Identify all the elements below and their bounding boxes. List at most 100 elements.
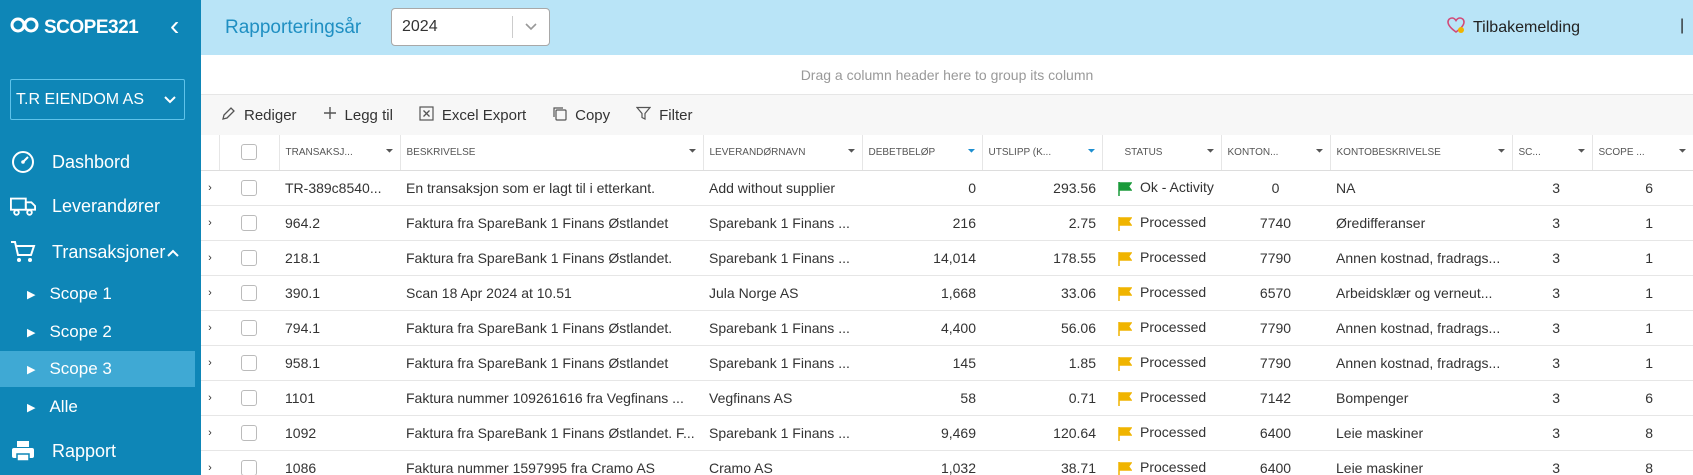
excel-icon [419,105,434,125]
flag-icon [1118,251,1132,266]
filter-icon[interactable]: ⏷ [848,146,856,157]
table-row[interactable]: › 794.1 Faktura fra SpareBank 1 Finans Øst… [201,310,1693,346]
scope-cell: 1 [1592,310,1693,346]
description-cell: Faktura nummer 1597995 fra Cramo AS [400,450,703,475]
table-row[interactable]: › 964.2 Faktura fra SpareBank 1 Finans Øst… [201,205,1693,241]
collapse-sidebar-icon[interactable]: ‹ [170,12,179,40]
column-header-sc[interactable]: SC... ⏷ [1512,135,1593,171]
account-number-cell: 7790 [1221,310,1330,346]
group-panel[interactable]: Drag a column header here to group its c… [201,55,1693,95]
row-checkbox[interactable] [241,250,257,267]
add-button[interactable]: Legg til [323,106,393,124]
nav-item-leverandorer[interactable]: Leverandører [0,191,201,221]
row-expander-icon[interactable]: › [201,450,219,475]
table-row[interactable]: › 218.1 Faktura fra SpareBank 1 Finans Øst… [201,240,1693,276]
row-select-cell [219,310,279,346]
column-header-emission[interactable]: UTSLIPP (K... ⏷ [982,135,1103,171]
column-header-account-number[interactable]: KONTON... ⏷ [1221,135,1331,171]
row-expander-icon[interactable]: › [201,345,219,381]
column-header-scope[interactable]: SCOPE ... ⏷ [1592,135,1693,171]
excel-export-button[interactable]: Excel Export [419,105,526,125]
status-text: Processed [1140,389,1207,406]
column-label: SC... [1518,146,1541,158]
table-row[interactable]: › 958.1 Faktura fra SpareBank 1 Finans Øst… [201,345,1693,381]
flag-icon [1118,391,1132,406]
description-cell: En transaksjon som er lagt til i etterka… [400,170,703,206]
filter-icon[interactable]: ⏷ [1578,146,1586,157]
filter-active-icon[interactable]: ⏷ [1088,146,1096,157]
nav-item-dashbord[interactable]: Dashbord [0,147,201,177]
status-text: Processed [1140,424,1207,441]
filter-button[interactable]: Filter [635,106,692,125]
column-header-transaction[interactable]: TRANSAKSJ... ⏷ [279,135,401,171]
account-description-cell: Annen kostnad, fradrags... [1330,240,1512,276]
status-text: Processed [1140,284,1207,301]
row-checkbox[interactable] [241,425,257,442]
row-checkbox[interactable] [241,180,257,197]
sc-cell: 3 [1512,170,1592,206]
column-header-account-description[interactable]: KONTOBESKRIVELSE ⏷ [1330,135,1513,171]
table-row[interactable]: › 1092 Faktura fra SpareBank 1 Finans Østl… [201,415,1693,451]
row-expander-icon[interactable]: › [201,170,219,206]
row-checkbox[interactable] [241,460,257,475]
filter-icon[interactable]: ⏷ [1207,146,1215,157]
select-all-checkbox[interactable] [241,144,257,161]
grid-toolbar: Rediger Legg til Excel Export Copy Filte… [201,95,1693,135]
row-checkbox[interactable] [241,320,257,337]
column-header-status[interactable]: STATUS ⏷ [1102,135,1222,171]
truck-icon [10,193,36,219]
row-expander-icon[interactable]: › [201,205,219,241]
row-expander-icon[interactable]: › [201,380,219,416]
table-row[interactable]: › 1086 Faktura nummer 1597995 fra Cramo AS… [201,450,1693,475]
account-description-cell: Øredifferanser [1330,205,1512,241]
flag-icon [1118,426,1132,441]
filter-icon[interactable]: ⏷ [1679,146,1687,157]
filter-icon[interactable]: ⏷ [1316,146,1324,157]
row-expander-icon[interactable]: › [201,275,219,311]
flag-shape [1118,461,1132,475]
nav-item-rapport[interactable]: Rapport [0,436,201,466]
table-row[interactable]: › 390.1 Scan 18 Apr 2024 at 10.51 Jula Norg… [201,275,1693,311]
row-expander-icon[interactable]: › [201,240,219,276]
supplier-cell: Add without supplier [703,170,862,206]
column-header-debit[interactable]: DEBETBELØP ⏷ [862,135,983,171]
supplier-cell: Vegfinans AS [703,380,862,416]
account-number-cell: 7740 [1221,205,1330,241]
row-select-cell [219,275,279,311]
filter-icon[interactable]: ⏷ [689,146,697,157]
nav-label: Dashbord [52,151,131,172]
filter-active-icon[interactable]: ⏷ [968,146,976,157]
feedback-link[interactable]: Tilbakemelding [1447,17,1580,39]
nav-sub-scope-3[interactable]: ▶ Scope 3 [0,351,195,387]
nav-sub-scope-2[interactable]: ▶ Scope 2 [0,314,195,350]
reporting-year-select[interactable]: 2024 [391,8,550,46]
nav-sub-alle[interactable]: ▶ Alle [0,389,195,425]
filter-icon[interactable]: ⏷ [1498,146,1506,157]
debit-cell: 9,469 [862,415,982,451]
emission-cell: 0.71 [982,380,1102,416]
nav-item-transaksjoner[interactable]: Transaksjoner [0,237,201,267]
row-expander-icon[interactable]: › [201,310,219,346]
flag-icon [1118,286,1132,301]
column-header-supplier[interactable]: LEVERANDØRNAVN ⏷ [703,135,863,171]
nav-sub-scope-1[interactable]: ▶ Scope 1 [0,276,195,312]
filter-icon[interactable]: ⏷ [386,146,394,157]
row-checkbox[interactable] [241,390,257,407]
column-header-description[interactable]: BESKRIVELSE ⏷ [400,135,704,171]
sidebar: SCOPE321 ‹ T.R EIENDOM AS Dashbord Lever… [0,0,201,475]
row-checkbox[interactable] [241,215,257,232]
table-row[interactable]: › TR-389c8540... En transaksjon som er lag… [201,170,1693,206]
copy-button[interactable]: Copy [552,106,610,125]
row-checkbox[interactable] [241,285,257,302]
transaction-id-cell: 1092 [279,415,400,451]
status-cell: Processed [1102,415,1221,451]
edit-button[interactable]: Rediger [221,106,297,125]
table-row[interactable]: › 1101 Faktura nummer 109261616 fra Vegfin… [201,380,1693,416]
transaction-id-cell: 958.1 [279,345,400,381]
flag-shape [1118,286,1132,301]
row-expander-icon[interactable]: › [201,415,219,451]
organization-select[interactable]: T.R EIENDOM AS [10,79,185,120]
row-checkbox[interactable] [241,355,257,372]
sc-cell: 3 [1512,415,1592,451]
flag-shape [1118,391,1132,406]
